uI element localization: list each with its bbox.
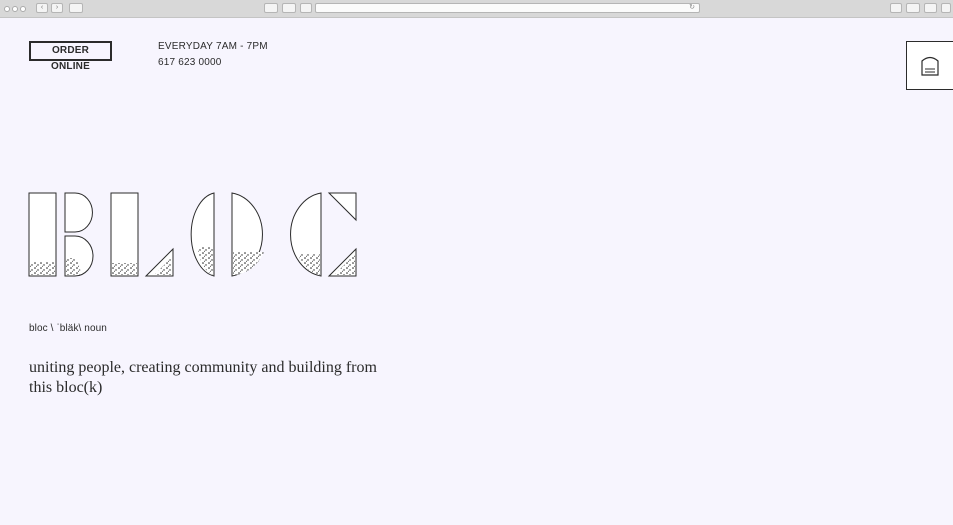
extension-icon[interactable] [264, 3, 278, 13]
sidebar-icon[interactable] [69, 3, 83, 13]
menu-icon [921, 56, 939, 76]
settings-icon[interactable] [924, 3, 937, 13]
pronunciation: bloc \ ˈbläk\ noun [29, 323, 107, 334]
back-arrow-icon[interactable]: ‹ [36, 3, 48, 13]
new-tab-icon[interactable] [941, 3, 951, 13]
contact-info: EVERYDAY 7AM - 7PM 617 623 0000 [158, 39, 268, 71]
close-window-icon[interactable] [4, 6, 10, 12]
browser-toolbar: ‹ › ↻ [0, 0, 953, 18]
bloc-logo [28, 192, 357, 277]
tabs-icon[interactable] [906, 3, 920, 13]
order-online-button[interactable]: ORDER ONLINE [29, 41, 112, 72]
reader-icon[interactable] [282, 3, 296, 13]
reload-icon[interactable]: ↻ [689, 4, 695, 12]
zoom-window-icon[interactable] [20, 6, 26, 12]
minimize-window-icon[interactable] [12, 6, 18, 12]
phone-number[interactable]: 617 623 0000 [158, 55, 268, 71]
forward-arrow-icon[interactable]: › [51, 3, 63, 13]
home-icon[interactable] [300, 3, 312, 13]
address-bar[interactable]: ↻ [315, 3, 700, 13]
share-icon[interactable] [890, 3, 902, 13]
menu-toggle[interactable] [906, 41, 953, 90]
window-controls [4, 6, 26, 12]
tagline: uniting people, creating community and b… [29, 359, 377, 396]
opening-hours: EVERYDAY 7AM - 7PM [158, 41, 268, 52]
